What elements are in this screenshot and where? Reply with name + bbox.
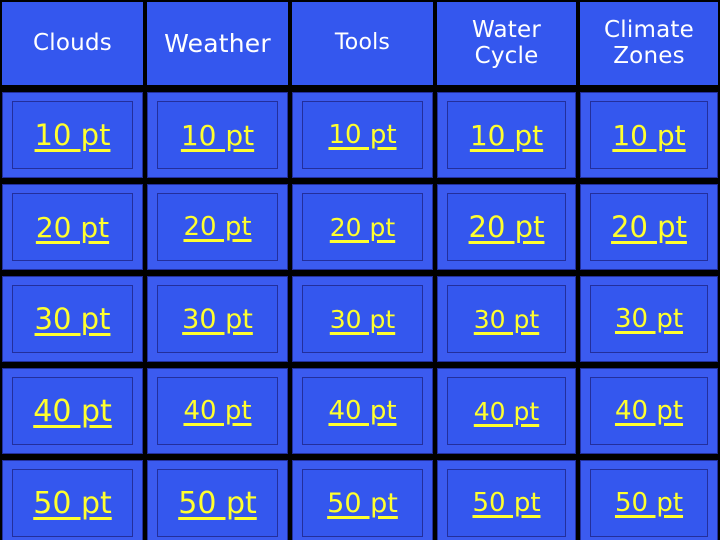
value-cell-tools-10[interactable]: 10 pt: [292, 92, 433, 178]
value-cell-water-40[interactable]: 40 pt: [437, 368, 576, 454]
value-cell-climate-20[interactable]: 20 pt: [580, 184, 718, 270]
value-cell-label: 50 pt: [178, 485, 257, 521]
jeopardy-board: Clouds Weather Tools Water Cycle Climate Zon…: [0, 0, 720, 540]
value-cell-water-20[interactable]: 20 pt: [437, 184, 576, 270]
value-cell-label: 30 pt: [614, 304, 684, 334]
value-cell-label: 10 pt: [469, 118, 544, 152]
value-cell-label: 10 pt: [180, 118, 255, 152]
cell-label-wrap: 50 pt: [158, 470, 277, 536]
value-cell-label: 40 pt: [183, 396, 252, 426]
cell-label-wrap: 50 pt: [13, 470, 132, 536]
cell-label-wrap: 30 pt: [158, 286, 277, 352]
value-cell-clouds-10[interactable]: 10 pt: [2, 92, 143, 178]
value-cell-label: 30 pt: [473, 304, 540, 334]
cell-label-wrap: 20 pt: [13, 194, 132, 260]
category-header-climate: Climate Zones: [580, 2, 718, 85]
value-cell-label: 50 pt: [327, 487, 398, 519]
value-cell-label: 10 pt: [612, 118, 686, 152]
value-cell-tools-50[interactable]: 50 pt: [292, 460, 433, 540]
cell-label-wrap: 30 pt: [591, 286, 707, 352]
category-header-tools: Tools: [292, 2, 433, 85]
cell-label-wrap: 40 pt: [158, 378, 277, 444]
value-cell-water-10[interactable]: 10 pt: [437, 92, 576, 178]
value-cell-label: 20 pt: [611, 210, 687, 244]
cell-label-wrap: 20 pt: [448, 194, 565, 260]
value-cell-label: 50 pt: [33, 485, 112, 521]
value-cell-water-50[interactable]: 50 pt: [437, 460, 576, 540]
value-cell-climate-40[interactable]: 40 pt: [580, 368, 718, 454]
value-cell-tools-30[interactable]: 30 pt: [292, 276, 433, 362]
category-header-label: Clouds: [33, 29, 112, 56]
value-cell-water-30[interactable]: 30 pt: [437, 276, 576, 362]
category-header-label: Water Cycle: [472, 16, 541, 69]
category-header-label: Climate Zones: [604, 16, 694, 69]
value-cell-weather-30[interactable]: 30 pt: [147, 276, 288, 362]
category-header-clouds: Clouds: [2, 2, 143, 85]
cell-label-wrap: 10 pt: [303, 102, 422, 168]
value-cell-label: 10 pt: [34, 118, 111, 152]
category-header-water: Water Cycle: [437, 2, 576, 85]
value-cell-label: 10 pt: [328, 120, 397, 150]
value-cell-weather-40[interactable]: 40 pt: [147, 368, 288, 454]
cell-label-wrap: 10 pt: [448, 102, 565, 168]
value-cell-clouds-40[interactable]: 40 pt: [2, 368, 143, 454]
value-cell-tools-40[interactable]: 40 pt: [292, 368, 433, 454]
value-cell-tools-20[interactable]: 20 pt: [292, 184, 433, 270]
category-header-label: Weather: [164, 28, 271, 58]
category-header-row: Clouds Weather Tools Water Cycle Climate Zon…: [0, 0, 720, 88]
value-cell-climate-50[interactable]: 50 pt: [580, 460, 718, 540]
value-cell-label: 30 pt: [34, 302, 111, 336]
cell-label-wrap: 30 pt: [13, 286, 132, 352]
value-cell-label: 20 pt: [329, 212, 396, 242]
cell-label-wrap: 20 pt: [158, 194, 277, 260]
value-cell-clouds-30[interactable]: 30 pt: [2, 276, 143, 362]
cell-label-wrap: 10 pt: [13, 102, 132, 168]
value-cell-label: 50 pt: [614, 488, 684, 518]
cell-label-wrap: 30 pt: [303, 286, 422, 352]
cell-label-wrap: 50 pt: [448, 470, 565, 536]
cell-label-wrap: 40 pt: [13, 378, 132, 444]
category-header-weather: Weather: [147, 2, 288, 85]
value-cell-clouds-50[interactable]: 50 pt: [2, 460, 143, 540]
value-cell-weather-20[interactable]: 20 pt: [147, 184, 288, 270]
cell-label-wrap: 50 pt: [591, 470, 707, 536]
cell-label-wrap: 20 pt: [591, 194, 707, 260]
value-cell-label: 20 pt: [468, 210, 545, 244]
cell-label-wrap: 40 pt: [448, 378, 565, 444]
value-cell-label: 40 pt: [33, 393, 112, 429]
value-cell-clouds-20[interactable]: 20 pt: [2, 184, 143, 270]
category-header-label: Tools: [334, 30, 391, 56]
value-cell-weather-50[interactable]: 50 pt: [147, 460, 288, 540]
cell-label-wrap: 20 pt: [303, 194, 422, 260]
value-cell-label: 40 pt: [614, 396, 684, 426]
value-cell-weather-10[interactable]: 10 pt: [147, 92, 288, 178]
value-cell-label: 50 pt: [472, 488, 541, 518]
cell-label-wrap: 40 pt: [303, 378, 422, 444]
value-cell-label: 20 pt: [183, 212, 252, 242]
value-cell-label: 30 pt: [329, 304, 396, 334]
cell-label-wrap: 50 pt: [303, 470, 422, 536]
value-cell-label: 40 pt: [473, 396, 540, 426]
cell-label-wrap: 10 pt: [591, 102, 707, 168]
value-cell-climate-30[interactable]: 30 pt: [580, 276, 718, 362]
value-cell-label: 40 pt: [328, 396, 397, 426]
cell-label-wrap: 40 pt: [591, 378, 707, 444]
value-cell-label: 20 pt: [35, 210, 110, 244]
value-cell-climate-10[interactable]: 10 pt: [580, 92, 718, 178]
cell-label-wrap: 30 pt: [448, 286, 565, 352]
value-cell-label: 30 pt: [182, 303, 253, 335]
cell-label-wrap: 10 pt: [158, 102, 277, 168]
